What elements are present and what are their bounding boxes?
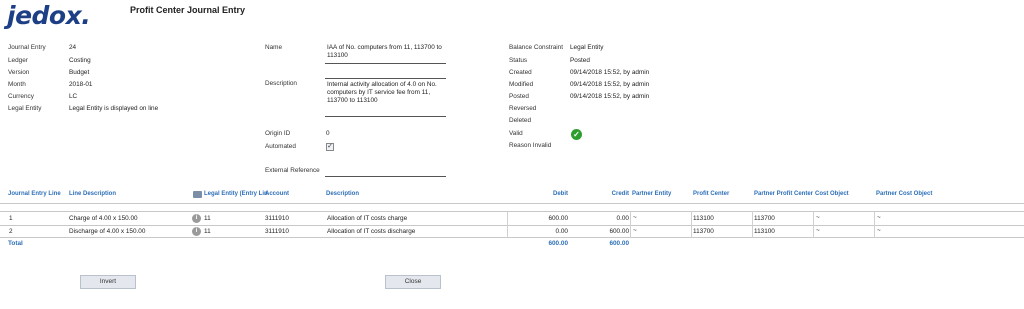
col-account[interactable]: Account — [265, 191, 289, 197]
valid-label: Valid — [509, 130, 523, 137]
col-profit-center[interactable]: Profit Center — [693, 191, 729, 197]
table-header-divider — [0, 203, 1024, 204]
name-label: Name — [265, 44, 283, 51]
row-divider — [0, 225, 1024, 226]
posted-label: Posted — [509, 93, 529, 100]
external-reference-underline — [325, 176, 446, 177]
row2-partner-entity: ~ — [633, 227, 637, 234]
row2-line: 2 — [9, 228, 13, 235]
name-underline — [325, 63, 446, 64]
row1-info-icon[interactable]: i — [192, 214, 201, 223]
col-credit[interactable]: Credit — [569, 191, 629, 197]
description-underline — [325, 116, 446, 117]
row1-debit: 600.00 — [548, 215, 568, 222]
origin-id-value: 0 — [326, 130, 330, 137]
row1-line: 1 — [9, 215, 13, 222]
valid-check-icon: ✓ — [571, 129, 582, 140]
balance-constraint-value: Legal Entity — [570, 44, 604, 51]
row2-credit: 600.00 — [609, 228, 629, 235]
total-credit: 600.00 — [609, 240, 629, 247]
status-value: Posted — [570, 57, 590, 64]
reason-invalid-label: Reason Invalid — [509, 142, 552, 149]
row1-partner-cost-object: ~ — [877, 214, 881, 221]
version-value: Budget — [69, 69, 90, 76]
row1-credit: 0.00 — [616, 215, 629, 222]
table-settings-icon[interactable] — [193, 191, 202, 198]
row2-partner-profit-center: 113100 — [754, 228, 775, 235]
total-debit: 600.00 — [548, 240, 568, 247]
row2-partner-cost-object: ~ — [877, 227, 881, 234]
row2-legal-entity: 11 — [204, 228, 211, 235]
row2-cost-object: ~ — [816, 227, 820, 234]
posted-value: 09/14/2018 15:52, by admin — [570, 93, 650, 100]
row1-line-description[interactable]: Charge of 4.00 x 150.00 — [69, 215, 138, 222]
col-debit[interactable]: Debit — [508, 191, 568, 197]
row2-profit-center: 113700 — [693, 228, 714, 235]
row1-cost-object: ~ — [816, 214, 820, 221]
row2-debit: 0.00 — [555, 228, 568, 235]
journal-entry-value: 24 — [69, 44, 77, 51]
logo-text: jedox. — [7, 1, 91, 30]
currency-label: Currency — [8, 93, 34, 100]
name-field[interactable]: IAA of No. computers from 11, 113700 to … — [327, 44, 445, 60]
row1-profit-center: 113100 — [693, 215, 714, 222]
status-label: Status — [509, 57, 528, 64]
invert-button[interactable]: Invert — [80, 275, 136, 289]
origin-id-label: Origin ID — [265, 130, 291, 137]
row1-account: 3111910 — [265, 215, 289, 222]
legal-entity-value: Legal Entity is displayed on line — [69, 105, 159, 112]
row2-line-description[interactable]: Discharge of 4.00 x 150.00 — [69, 228, 145, 235]
row1-partner-entity: ~ — [633, 214, 637, 221]
col-cost-object[interactable]: Cost Object — [815, 191, 849, 197]
external-reference-label: External Reference — [265, 167, 320, 174]
row2-info-icon[interactable]: i — [192, 227, 201, 236]
deleted-label: Deleted — [509, 117, 532, 124]
journal-entry-label: Journal Entry — [8, 44, 46, 51]
row-divider — [0, 237, 1024, 238]
col-partner-cost-object[interactable]: Partner Cost Object — [876, 191, 932, 197]
balance-constraint-label: Balance Constraint — [509, 44, 563, 51]
row2-description: Allocation of IT costs discharge — [327, 228, 416, 235]
col-legal-entity[interactable]: Legal Entity (Entry Lin — [204, 191, 268, 197]
month-label: Month — [8, 81, 26, 88]
col-line-description[interactable]: Line Description — [69, 191, 116, 197]
row1-description: Allocation of IT costs charge — [327, 215, 408, 222]
grid-line — [752, 211, 753, 238]
automated-label: Automated — [265, 143, 296, 150]
row2-account: 3111910 — [265, 228, 289, 235]
col-partner-entity[interactable]: Partner Entity — [632, 191, 671, 197]
description-field[interactable]: Internal activity allocation of 4.0 on N… — [327, 81, 447, 105]
modified-value: 09/14/2018 15:52, by admin — [570, 81, 650, 88]
created-value: 09/14/2018 15:52, by admin — [570, 69, 650, 76]
version-label: Version — [8, 69, 30, 76]
grid-line — [691, 211, 692, 238]
month-value: 2018-01 — [69, 81, 93, 88]
ledger-label: Ledger — [8, 57, 28, 64]
grid-line — [630, 211, 631, 238]
jedox-logo: jedox. — [7, 1, 91, 33]
row-divider — [0, 211, 1024, 212]
col-journal-entry-line[interactable]: Journal Entry Line — [8, 191, 61, 197]
description-label: Description — [265, 80, 297, 87]
col-description[interactable]: Description — [326, 191, 359, 197]
automated-checkbox[interactable]: ✓ — [326, 143, 334, 151]
close-button[interactable]: Close — [385, 275, 441, 289]
page-title: Profit Center Journal Entry — [130, 5, 246, 15]
grid-line — [813, 211, 814, 238]
ledger-value: Costing — [69, 57, 91, 64]
col-partner-profit-center[interactable]: Partner Profit Center — [754, 191, 813, 197]
modified-label: Modified — [509, 81, 534, 88]
reversed-label: Reversed — [509, 105, 537, 112]
created-label: Created — [509, 69, 532, 76]
external-reference-field[interactable] — [326, 167, 446, 176]
total-label: Total — [8, 240, 23, 247]
currency-value: LC — [69, 93, 78, 100]
grid-line — [874, 211, 875, 238]
legal-entity-label: Legal Entity — [8, 105, 42, 112]
row1-legal-entity: 11 — [204, 215, 211, 222]
description-top-line — [325, 78, 446, 79]
row1-partner-profit-center: 113700 — [754, 215, 775, 222]
